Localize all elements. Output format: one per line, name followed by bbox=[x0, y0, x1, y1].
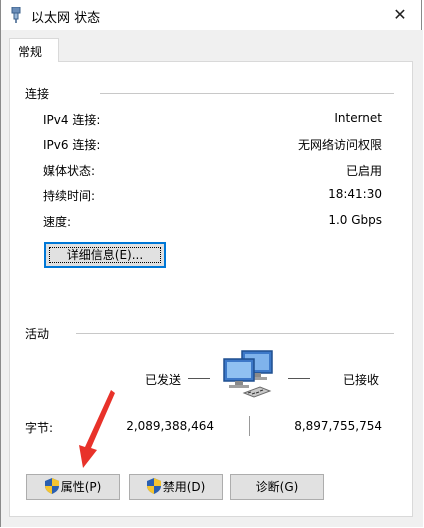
properties-button[interactable]: 属性(P) bbox=[26, 474, 120, 500]
duration-label: 持续时间: bbox=[43, 189, 96, 203]
title-bar[interactable]: 以太网 状态 ✕ bbox=[1, 0, 421, 30]
bytes-separator bbox=[249, 416, 250, 436]
sent-label: 已发送 bbox=[145, 373, 182, 387]
received-connector-line bbox=[288, 378, 310, 379]
disable-button-label: 禁用(D) bbox=[162, 480, 206, 494]
ipv4-label: IPv4 连接: bbox=[43, 113, 101, 127]
speed-label: 速度: bbox=[43, 215, 72, 229]
tab-general-label: 常规 bbox=[18, 45, 43, 59]
sent-connector-line bbox=[188, 378, 210, 379]
annotation-arrow-icon bbox=[79, 390, 115, 468]
tab-general[interactable]: 常规 bbox=[9, 38, 59, 62]
dialog-body: 常规 连接 IPv4 连接: Internet IPv6 连接: 无网络访问权限… bbox=[1, 30, 423, 527]
activity-divider bbox=[76, 333, 394, 334]
duration-value: 18:41:30 bbox=[328, 187, 382, 201]
window-title: 以太网 状态 bbox=[31, 11, 101, 26]
ipv4-value: Internet bbox=[334, 111, 382, 125]
network-computers-icon bbox=[223, 350, 273, 398]
diagnose-button[interactable]: 诊断(G) bbox=[230, 474, 324, 500]
details-button-focus-ring bbox=[49, 247, 161, 263]
bytes-sent-value: 2,089,388,464 bbox=[126, 419, 214, 433]
bytes-label: 字节: bbox=[25, 421, 54, 435]
disable-button[interactable]: 禁用(D) bbox=[129, 474, 223, 500]
bytes-received-value: 8,897,755,754 bbox=[294, 419, 382, 433]
close-button[interactable]: ✕ bbox=[387, 2, 413, 28]
close-icon: ✕ bbox=[393, 5, 407, 24]
diagnose-button-label: 诊断(G) bbox=[255, 480, 299, 494]
details-button[interactable]: 详细信息(E)... bbox=[44, 242, 166, 268]
uac-shield-icon bbox=[44, 478, 59, 494]
network-status-window: 以太网 状态 ✕ 常规 连接 IPv4 连接: Internet IPv6 连接… bbox=[0, 0, 423, 527]
speed-value: 1.0 Gbps bbox=[328, 213, 382, 227]
ipv6-label: IPv6 连接: bbox=[43, 138, 101, 152]
network-adapter-icon bbox=[11, 7, 21, 23]
connection-divider bbox=[100, 93, 394, 94]
uac-shield-icon bbox=[146, 478, 161, 494]
ipv6-value: 无网络访问权限 bbox=[297, 138, 382, 152]
properties-button-label: 属性(P) bbox=[60, 480, 102, 494]
media-state-label: 媒体状态: bbox=[43, 164, 96, 178]
received-label: 已接收 bbox=[343, 373, 380, 387]
connection-section-label: 连接 bbox=[25, 87, 50, 101]
media-state-value: 已启用 bbox=[345, 164, 382, 178]
activity-section-label: 活动 bbox=[25, 327, 50, 341]
